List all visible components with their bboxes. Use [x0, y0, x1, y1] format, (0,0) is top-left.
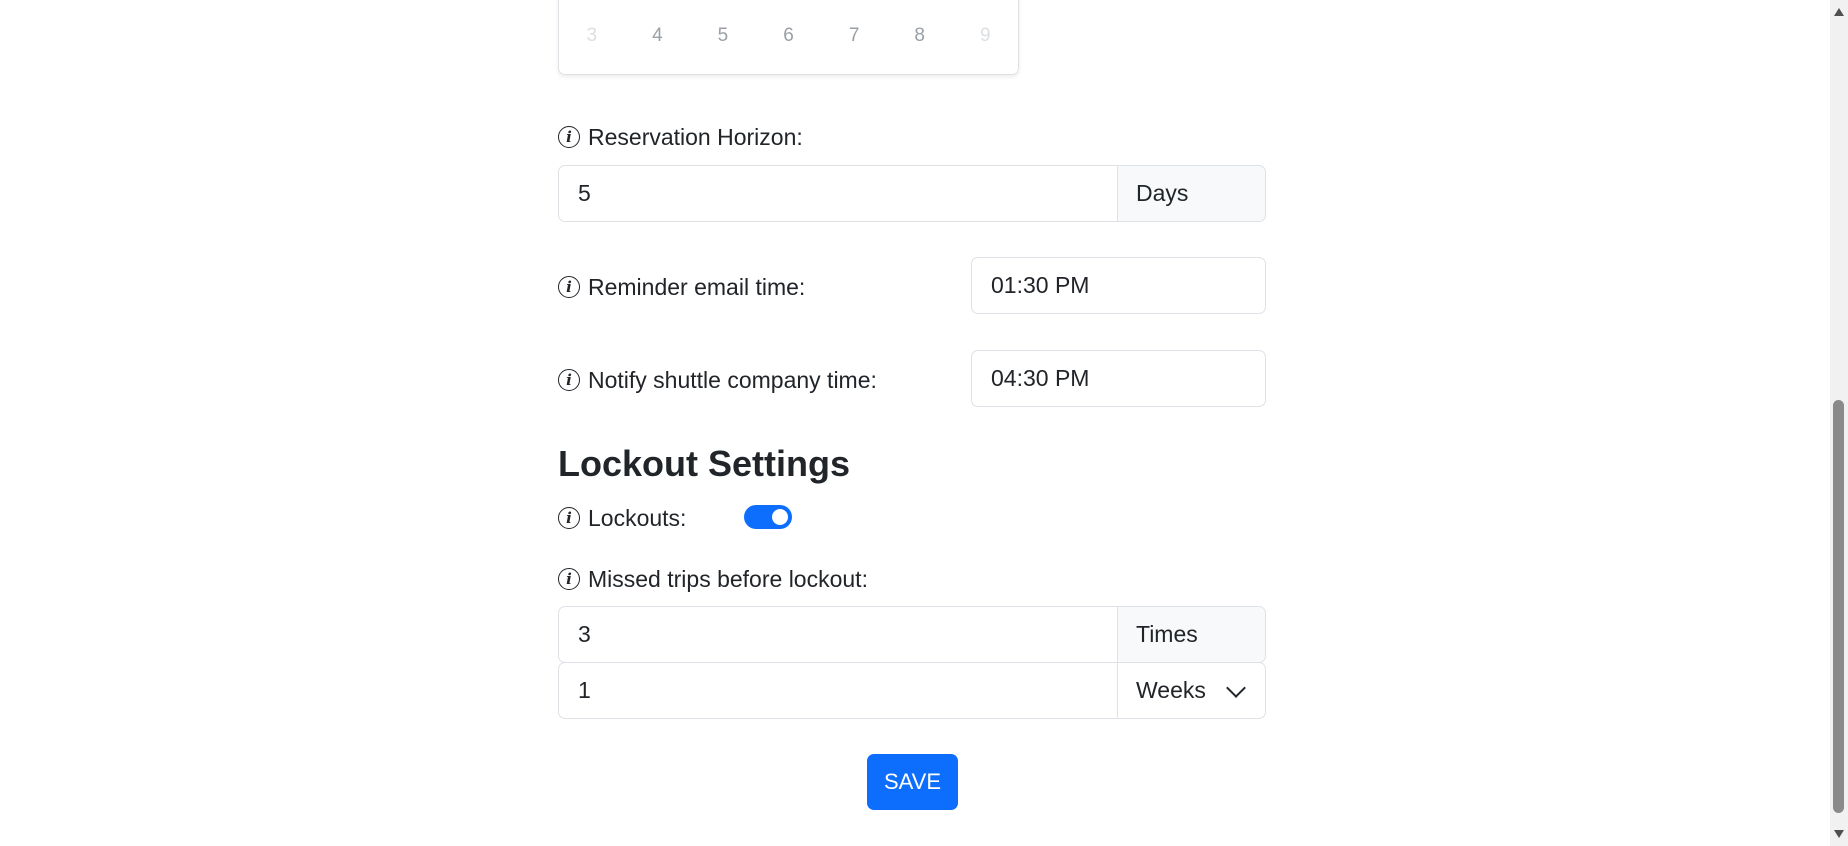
missed-trips-group: 3 Times [558, 606, 1266, 663]
notify-shuttle-time-input[interactable]: 04:30 PM [971, 350, 1266, 407]
reminder-email-label-row: i Reminder email time: [558, 272, 805, 302]
calendar-day[interactable]: 7 [821, 21, 887, 51]
reservation-horizon-unit: Days [1118, 165, 1266, 222]
scroll-down-arrow-icon[interactable] [1834, 830, 1844, 838]
scroll-thumb[interactable] [1833, 400, 1844, 813]
calendar-day[interactable]: 8 [887, 21, 953, 51]
reminder-email-label: Reminder email time: [588, 273, 806, 300]
reservation-horizon-label: Reservation Horizon: [588, 123, 803, 150]
reminder-email-time-input[interactable]: 01:30 PM [971, 257, 1266, 314]
chevron-down-icon [1226, 677, 1246, 698]
save-button[interactable]: SAVE [867, 754, 958, 810]
vertical-scrollbar[interactable] [1830, 0, 1848, 846]
calendar-day[interactable]: 6 [756, 21, 822, 51]
missed-trips-input[interactable]: 3 [558, 606, 1118, 663]
info-circle-icon[interactable]: i [558, 369, 580, 391]
info-circle-icon[interactable]: i [558, 568, 580, 590]
notify-shuttle-label: Notify shuttle company time: [588, 366, 877, 393]
calendar-popup: 3 4 5 6 7 8 9 [558, 0, 1019, 75]
lockout-period-input[interactable]: 1 [558, 662, 1118, 719]
calendar-week-row: 3 4 5 6 7 8 9 [559, 21, 1018, 51]
missed-trips-unit: Times [1118, 606, 1266, 663]
calendar-day[interactable]: 4 [625, 21, 691, 51]
reservation-horizon-label-row: i Reservation Horizon: [558, 122, 803, 152]
lockouts-toggle[interactable] [744, 505, 792, 529]
missed-trips-label: Missed trips before lockout: [588, 565, 868, 592]
calendar-day[interactable]: 3 [559, 21, 625, 51]
calendar-day[interactable]: 9 [952, 21, 1018, 51]
notify-shuttle-label-row: i Notify shuttle company time: [558, 365, 877, 395]
calendar-day[interactable]: 5 [690, 21, 756, 51]
lockout-settings-heading: Lockout Settings [558, 443, 851, 484]
lockouts-label-row: i Lockouts: [558, 503, 686, 533]
lockout-period-select-value: Weeks [1136, 677, 1206, 703]
info-circle-icon[interactable]: i [558, 507, 580, 529]
lockout-period-group: 1 Weeks [558, 662, 1266, 719]
scroll-up-arrow-icon[interactable] [1834, 8, 1844, 16]
lockout-period-select[interactable]: Weeks [1118, 662, 1266, 719]
info-circle-icon[interactable]: i [558, 126, 580, 148]
reservation-horizon-input[interactable]: 5 [558, 165, 1118, 222]
reservation-horizon-group: 5 Days [558, 165, 1266, 222]
info-circle-icon[interactable]: i [558, 276, 580, 298]
missed-trips-label-row: i Missed trips before lockout: [558, 564, 868, 594]
lockouts-label: Lockouts: [588, 504, 687, 531]
toggle-knob [772, 509, 788, 525]
